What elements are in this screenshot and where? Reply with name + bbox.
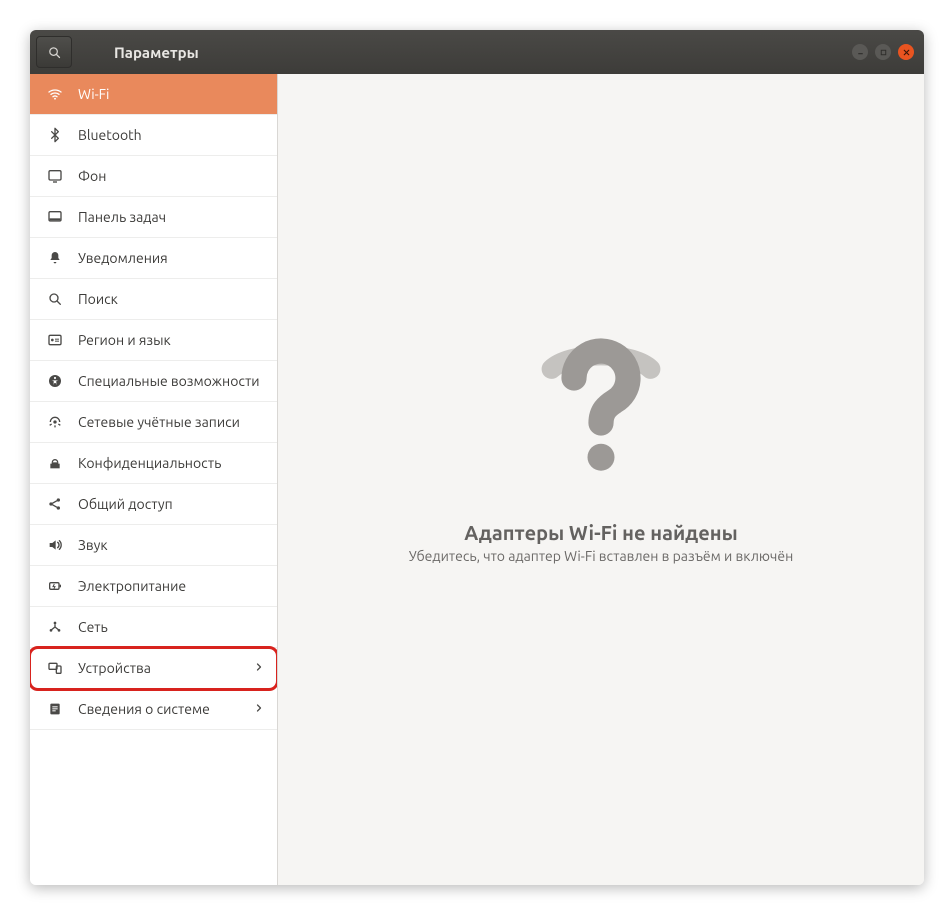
sidebar-item-label: Электропитание	[78, 578, 265, 594]
search-icon	[44, 291, 66, 307]
question-wifi-icon	[511, 315, 691, 495]
sidebar-item-label: Фон	[78, 168, 265, 184]
maximize-icon	[879, 48, 888, 57]
sidebar-item-notifications[interactable]: Уведомления	[30, 238, 277, 279]
accounts-icon	[44, 414, 66, 430]
sidebar-item-privacy[interactable]: Конфиденциальность	[30, 443, 277, 484]
sidebar-item-background[interactable]: Фон	[30, 156, 277, 197]
minimize-button[interactable]	[852, 44, 868, 60]
minimize-icon	[856, 48, 865, 57]
sound-icon	[44, 537, 66, 553]
chevron-right-icon	[253, 701, 265, 717]
sharing-icon	[44, 496, 66, 512]
sidebar-item-details[interactable]: Сведения о системе	[30, 689, 277, 730]
accessibility-icon	[44, 373, 66, 389]
sidebar-item-label: Bluetooth	[78, 127, 265, 143]
bell-icon	[44, 250, 66, 266]
sidebar-item-label: Сетевые учётные записи	[78, 414, 265, 430]
background-icon	[44, 168, 66, 184]
main-panel: Адаптеры Wi-Fi не найдены Убедитесь, что…	[278, 74, 924, 885]
sidebar-item-label: Звук	[78, 537, 265, 553]
sidebar-item-devices[interactable]: Устройства	[30, 648, 277, 689]
sidebar-item-dock[interactable]: Панель задач	[30, 197, 277, 238]
sidebar-item-region[interactable]: Регион и язык	[30, 320, 277, 361]
sidebar-item-label: Поиск	[78, 291, 265, 307]
network-icon	[44, 619, 66, 635]
sidebar: Wi-Fi Bluetooth Фон Панель задач Уведомления…	[30, 74, 278, 885]
wifi-icon	[44, 86, 66, 102]
privacy-icon	[44, 455, 66, 471]
window-controls	[852, 44, 924, 60]
sidebar-item-bluetooth[interactable]: Bluetooth	[30, 115, 277, 156]
dock-icon	[44, 209, 66, 225]
titlebar: Параметры	[30, 30, 924, 74]
sidebar-item-label: Конфиденциальность	[78, 455, 265, 471]
window-body: Wi-Fi Bluetooth Фон Панель задач Уведомления…	[30, 74, 924, 885]
sidebar-item-power[interactable]: Электропитание	[30, 566, 277, 607]
titlebar-search-button[interactable]	[36, 36, 72, 68]
sidebar-item-label: Сведения о системе	[78, 701, 253, 717]
sidebar-item-sound[interactable]: Звук	[30, 525, 277, 566]
sidebar-item-label: Wi-Fi	[78, 86, 265, 102]
sidebar-item-search[interactable]: Поиск	[30, 279, 277, 320]
empty-state-subtext: Убедитесь, что адаптер Wi-Fi вставлен в …	[409, 548, 794, 564]
empty-state-heading: Адаптеры Wi-Fi не найдены	[464, 521, 737, 544]
maximize-button[interactable]	[875, 44, 891, 60]
sidebar-item-label: Уведомления	[78, 250, 265, 266]
power-icon	[44, 578, 66, 594]
close-icon	[902, 48, 911, 57]
sidebar-item-online-accts[interactable]: Сетевые учётные записи	[30, 402, 277, 443]
sidebar-item-accessibility[interactable]: Специальные возможности	[30, 361, 277, 402]
settings-window: Параметры Wi-Fi Bluetooth Фон Панель задач У…	[30, 30, 924, 885]
sidebar-item-label: Регион и язык	[78, 332, 265, 348]
window-title: Параметры	[114, 44, 199, 61]
search-icon	[47, 45, 62, 60]
sidebar-item-label: Общий доступ	[78, 496, 265, 512]
bluetooth-icon	[44, 127, 66, 143]
sidebar-item-label: Устройства	[78, 660, 253, 676]
sidebar-item-network[interactable]: Сеть	[30, 607, 277, 648]
sidebar-item-wifi[interactable]: Wi-Fi	[30, 74, 277, 115]
sidebar-item-label: Специальные возможности	[78, 373, 265, 389]
devices-icon	[44, 660, 66, 676]
wifi-empty-state: Адаптеры Wi-Fi не найдены Убедитесь, что…	[409, 315, 794, 564]
sidebar-item-label: Сеть	[78, 619, 265, 635]
sidebar-item-sharing[interactable]: Общий доступ	[30, 484, 277, 525]
details-icon	[44, 701, 66, 717]
close-button[interactable]	[898, 44, 914, 60]
sidebar-item-label: Панель задач	[78, 209, 265, 225]
region-icon	[44, 332, 66, 348]
chevron-right-icon	[253, 660, 265, 676]
